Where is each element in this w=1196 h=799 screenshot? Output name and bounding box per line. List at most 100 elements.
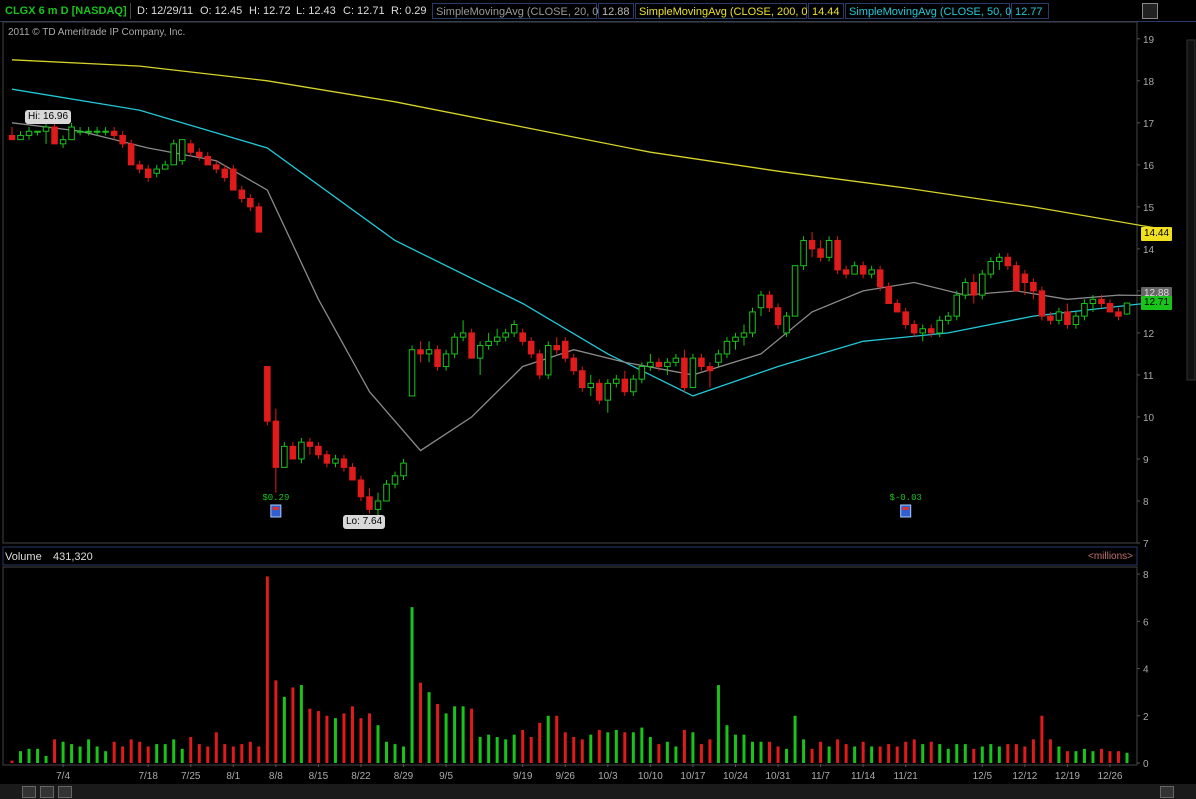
earnings-value-label: $-0.03 xyxy=(889,493,921,503)
candle-up xyxy=(42,126,50,132)
candle-down xyxy=(468,332,475,359)
candle-up xyxy=(936,319,944,334)
volume-bar xyxy=(163,744,167,763)
volume-bar xyxy=(206,746,210,763)
volume-label: Volume xyxy=(5,551,42,563)
candle-down xyxy=(876,269,884,288)
volume-bar xyxy=(844,744,848,763)
hi-label: Hi: 16.96 xyxy=(25,110,72,124)
candle-down xyxy=(808,239,816,250)
candle-up xyxy=(791,265,799,317)
volume-bar xyxy=(878,746,882,763)
volume-bar xyxy=(640,727,644,763)
symbol-label[interactable]: CLGX 6 m D [NASDAQ] xyxy=(2,3,131,19)
volume-axis-tick-label: 8 xyxy=(1143,570,1149,581)
candle-down xyxy=(859,265,867,275)
candle-up xyxy=(800,239,807,267)
candle-down xyxy=(553,345,560,351)
candle-down xyxy=(893,303,901,313)
sma200-line xyxy=(11,59,1170,232)
candle-down xyxy=(570,357,578,372)
sma20-study-label[interactable]: SimpleMovingAvg (CLOSE, 20, 0) xyxy=(432,3,602,19)
sma200-study-label[interactable]: SimpleMovingAvg (CLOSE, 200, 0) xyxy=(635,3,811,19)
candle-down xyxy=(655,361,663,368)
candle-down xyxy=(255,206,263,233)
volume-bar xyxy=(861,741,865,763)
volume-bar xyxy=(53,739,57,763)
lo-label: Lo: 7.64 xyxy=(343,515,386,529)
price-axis-tick-label: 18 xyxy=(1143,77,1155,88)
volume-bar xyxy=(197,744,201,763)
x-axis-tick-label: 12/19 xyxy=(1055,771,1080,782)
candle-up xyxy=(783,315,790,334)
candle-up xyxy=(1123,302,1131,315)
volume-bar xyxy=(725,725,729,763)
candle-down xyxy=(1013,265,1020,292)
volume-bar xyxy=(768,741,772,763)
candle-up xyxy=(689,357,697,389)
volume-bar xyxy=(631,732,635,763)
x-axis-tick-label: 8/8 xyxy=(269,771,283,782)
volume-bar xyxy=(733,734,737,763)
candle-down xyxy=(834,239,841,271)
candle-down xyxy=(1030,282,1037,292)
volume-axis-tick-label: 6 xyxy=(1143,617,1149,628)
candle-down xyxy=(136,164,143,170)
volume-bar xyxy=(802,739,806,763)
candle-up xyxy=(400,462,407,477)
sma20-line xyxy=(11,122,1170,452)
volume-bar xyxy=(606,732,610,763)
candle-up xyxy=(757,294,765,309)
x-axis-tick-label: 10/17 xyxy=(680,771,705,782)
price-axis-tick-label: 17 xyxy=(1143,119,1155,130)
volume-bar xyxy=(776,746,780,763)
sma50-study-label[interactable]: SimpleMovingAvg (CLOSE, 50, 0) xyxy=(845,3,1015,19)
candle-down xyxy=(1115,311,1122,317)
volume-bar xyxy=(946,748,950,763)
volume-bar xyxy=(810,748,814,763)
x-axis-tick-label: 9/5 xyxy=(439,771,453,782)
volume-bar xyxy=(299,685,303,763)
earnings-event-icon-detail xyxy=(272,507,279,510)
candle-up xyxy=(944,315,952,321)
volume-value: 431,320 xyxy=(53,551,93,563)
x-axis-tick-label: 10/10 xyxy=(638,771,663,782)
volume-bar xyxy=(742,734,746,763)
candle-down xyxy=(902,311,909,326)
volume-bar xyxy=(427,692,431,763)
volume-bar xyxy=(827,746,831,763)
volume-bar xyxy=(44,755,48,763)
pan-button[interactable] xyxy=(58,786,72,798)
price-axis-tick-label: 14 xyxy=(1143,245,1155,256)
zoom-in-button[interactable] xyxy=(40,786,54,798)
earnings-event-icon-detail xyxy=(902,507,909,510)
volume-bar xyxy=(1125,752,1129,763)
volume-bar xyxy=(785,748,789,763)
chart-settings-button[interactable] xyxy=(1142,3,1158,19)
volume-bar xyxy=(367,713,371,763)
volume-bar xyxy=(70,744,74,763)
candle-up xyxy=(391,475,399,485)
candle-down xyxy=(621,378,629,393)
chart-canvas: 78910111213141516171819024687/47/187/258… xyxy=(0,0,1196,799)
volume-bar xyxy=(1048,739,1052,763)
candle-up xyxy=(715,353,722,363)
range-label: R: 0.29 xyxy=(391,5,427,17)
candle-up xyxy=(281,445,288,468)
candle-up xyxy=(851,265,858,275)
candle-down xyxy=(51,126,58,145)
zoom-out-button[interactable] xyxy=(22,786,36,798)
volume-bar xyxy=(359,718,363,763)
candle-up xyxy=(59,139,67,145)
earnings-value-label: $0.29 xyxy=(262,493,289,503)
volume-bar xyxy=(938,744,942,763)
candle-down xyxy=(1098,298,1105,305)
candle-up xyxy=(664,361,671,368)
volume-bar xyxy=(597,729,601,763)
candle-down xyxy=(1106,303,1114,313)
scroll-right-button[interactable] xyxy=(1160,786,1174,798)
candle-up xyxy=(723,340,731,355)
candle-up xyxy=(825,239,833,258)
volume-bar xyxy=(393,744,397,763)
candle-down xyxy=(885,286,892,305)
